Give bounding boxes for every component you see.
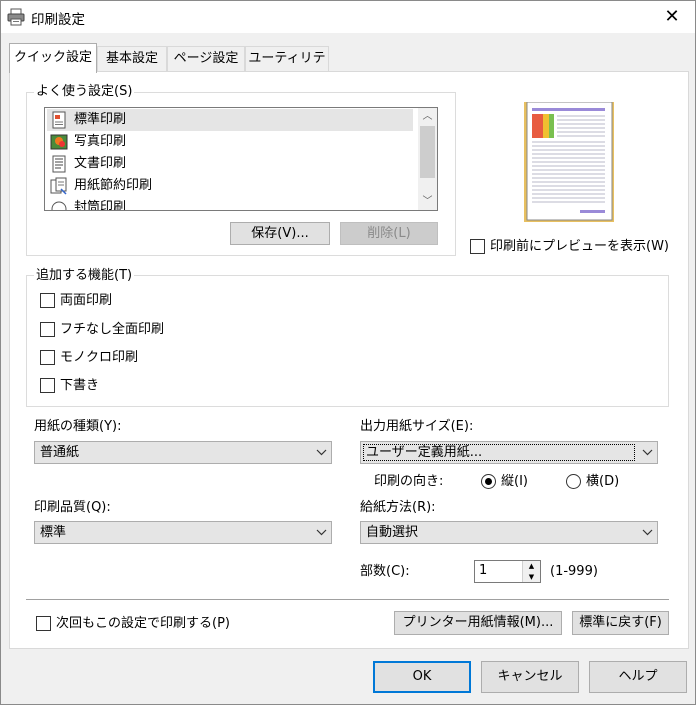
output-size-select[interactable]: ユーザー定義用紙... bbox=[360, 441, 658, 464]
list-item[interactable]: 封筒印刷 bbox=[47, 197, 413, 211]
restore-defaults-label: 標準に戻す(F) bbox=[579, 615, 662, 630]
cancel-label: キャンセル bbox=[497, 669, 563, 684]
ok-label: OK bbox=[412, 669, 432, 684]
tab-basic-settings[interactable]: 基本設定 bbox=[97, 46, 167, 72]
duplex-checkbox[interactable] bbox=[40, 293, 55, 308]
list-item-label: 写真印刷 bbox=[74, 134, 127, 149]
output-size-label: 出力用紙サイズ(E): bbox=[360, 419, 474, 434]
portrait-label: 縦(I) bbox=[501, 474, 528, 489]
show-preview-label: 印刷前にプレビューを表示(W) bbox=[490, 239, 669, 254]
frequent-settings-list[interactable]: 標準印刷 写真印刷 文書印刷 用紙節約印刷 封筒印刷 ︿ ﹀ bbox=[44, 107, 438, 211]
spin-up-icon[interactable]: ▲ bbox=[523, 561, 540, 572]
list-item[interactable]: 用紙節約印刷 bbox=[47, 175, 413, 197]
tab-label: ページ設定 bbox=[173, 51, 239, 66]
save-button-label: 保存(V)... bbox=[251, 226, 309, 241]
tab-utility[interactable]: ユーティリティ bbox=[245, 46, 329, 90]
restore-defaults-button[interactable]: 標準に戻す(F) bbox=[572, 611, 669, 635]
delete-button[interactable]: 削除(L) bbox=[340, 222, 438, 245]
media-type-select[interactable]: 普通紙 bbox=[34, 441, 332, 464]
copies-label: 部数(C): bbox=[360, 564, 410, 579]
close-icon: ✕ bbox=[664, 6, 680, 27]
copies-value: 1 bbox=[479, 563, 488, 578]
duplex-label: 両面印刷 bbox=[60, 293, 113, 308]
frequent-settings-label: よく使う設定(S) bbox=[34, 84, 135, 100]
chevron-down-icon bbox=[316, 529, 327, 536]
chevron-down-icon bbox=[316, 449, 327, 456]
page-preview-image bbox=[524, 102, 614, 222]
additional-features-group bbox=[26, 275, 669, 407]
close-button[interactable]: ✕ bbox=[649, 1, 695, 33]
chevron-down-icon bbox=[642, 529, 653, 536]
scroll-down-arrow-icon[interactable]: ﹀ bbox=[418, 193, 437, 210]
draft-checkbox[interactable] bbox=[40, 378, 55, 393]
show-preview-checkbox[interactable] bbox=[470, 239, 485, 254]
landscape-label: 横(D) bbox=[586, 474, 620, 489]
paper-source-value: 自動選択 bbox=[366, 525, 419, 540]
scroll-up-arrow-icon[interactable]: ︿ bbox=[418, 108, 437, 125]
list-item[interactable]: 写真印刷 bbox=[47, 131, 413, 153]
borderless-checkbox[interactable] bbox=[40, 322, 55, 337]
title-bar: 印刷設定 ✕ bbox=[1, 1, 695, 33]
grayscale-label: モノクロ印刷 bbox=[60, 350, 139, 365]
tab-label: 基本設定 bbox=[105, 51, 158, 66]
print-quality-value: 標準 bbox=[40, 525, 67, 540]
separator bbox=[26, 599, 669, 600]
standard-print-icon bbox=[52, 111, 66, 129]
output-size-value: ユーザー定義用紙... bbox=[366, 445, 483, 460]
paper-saving-icon bbox=[50, 177, 67, 195]
print-settings-dialog: 印刷設定 ✕ クイック設定 基本設定 ページ設定 ユーティリティ よく使う設定(… bbox=[0, 0, 696, 705]
tab-quick-settings[interactable]: クイック設定 bbox=[9, 43, 97, 73]
draft-label: 下書き bbox=[60, 378, 100, 393]
list-item[interactable]: 標準印刷 bbox=[47, 109, 413, 131]
additional-features-label: 追加する機能(T) bbox=[34, 268, 135, 284]
printer-icon bbox=[7, 8, 25, 26]
paper-source-select[interactable]: 自動選択 bbox=[360, 521, 658, 544]
list-item-label: 用紙節約印刷 bbox=[74, 178, 153, 193]
always-print-label: 次回もこの設定で印刷する(P) bbox=[56, 616, 230, 631]
media-type-label: 用紙の種類(Y): bbox=[34, 419, 122, 434]
printer-media-info-label: プリンター用紙情報(M)... bbox=[402, 615, 554, 630]
quick-settings-panel: よく使う設定(S) 標準印刷 写真印刷 文書印刷 用紙節約印刷 封筒印刷 ︿ ﹀… bbox=[9, 71, 689, 649]
list-item-label: 文書印刷 bbox=[74, 156, 127, 171]
ok-button[interactable]: OK bbox=[373, 661, 471, 693]
help-label: ヘルプ bbox=[618, 669, 658, 684]
chevron-down-icon bbox=[642, 449, 653, 456]
help-button[interactable]: ヘルプ bbox=[589, 661, 687, 693]
media-type-value: 普通紙 bbox=[40, 445, 80, 460]
envelope-print-icon bbox=[51, 201, 67, 210]
tab-label: クイック設定 bbox=[13, 50, 92, 65]
save-button[interactable]: 保存(V)... bbox=[230, 222, 330, 245]
print-quality-select[interactable]: 標準 bbox=[34, 521, 332, 544]
tab-page-settings[interactable]: ページ設定 bbox=[167, 46, 245, 72]
cancel-button[interactable]: キャンセル bbox=[481, 661, 579, 693]
list-item-label: 標準印刷 bbox=[74, 112, 127, 127]
delete-button-label: 削除(L) bbox=[367, 226, 411, 241]
scroll-thumb[interactable] bbox=[420, 126, 435, 178]
radio-selected-dot bbox=[485, 478, 492, 485]
photo-print-icon bbox=[50, 134, 68, 150]
grayscale-checkbox[interactable] bbox=[40, 350, 55, 365]
list-item[interactable]: 文書印刷 bbox=[47, 153, 413, 175]
paper-source-label: 給紙方法(R): bbox=[360, 500, 436, 515]
spin-down-icon[interactable]: ▼ bbox=[523, 572, 540, 583]
borderless-label: フチなし全面印刷 bbox=[60, 322, 165, 337]
list-scrollbar[interactable]: ︿ ﹀ bbox=[418, 108, 437, 210]
always-print-checkbox[interactable] bbox=[36, 616, 51, 631]
window-title: 印刷設定 bbox=[31, 12, 85, 28]
printer-media-info-button[interactable]: プリンター用紙情報(M)... bbox=[394, 611, 562, 635]
document-print-icon bbox=[52, 155, 66, 173]
copies-range: (1-999) bbox=[550, 564, 598, 579]
copies-spinner[interactable]: 1 ▲ ▼ bbox=[474, 560, 541, 583]
spin-buttons: ▲ ▼ bbox=[522, 561, 540, 582]
landscape-radio[interactable] bbox=[566, 474, 581, 489]
orientation-label: 印刷の向き: bbox=[374, 474, 444, 489]
portrait-radio[interactable] bbox=[481, 474, 496, 489]
print-quality-label: 印刷品質(Q): bbox=[34, 500, 111, 515]
list-item-label: 封筒印刷 bbox=[74, 200, 127, 211]
